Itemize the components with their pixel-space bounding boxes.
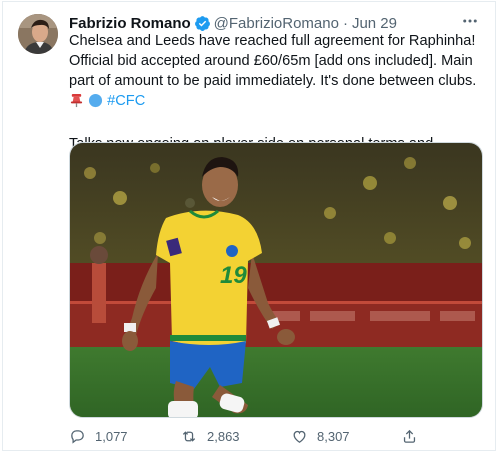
blue-circle-emoji-icon [88, 93, 103, 114]
like-button[interactable]: 8,307 [291, 426, 350, 446]
tweet-date[interactable]: Jun 29 [352, 15, 397, 32]
avatar[interactable] [18, 14, 58, 54]
hashtag-link[interactable]: #CFC [107, 93, 145, 109]
retweet-icon [182, 430, 196, 442]
jersey-number: 19 [220, 262, 247, 289]
tweet-photo[interactable]: 19 [69, 142, 483, 418]
separator-dot: · [342, 14, 348, 32]
tweet-header: Fabrizio Romano @FabrizioRomano · Jun 29 [69, 13, 481, 33]
share-button[interactable] [401, 426, 427, 446]
retweet-count: 2,863 [207, 428, 240, 444]
author-name[interactable]: Fabrizio Romano [69, 15, 191, 32]
reply-count: 1,077 [95, 428, 128, 444]
pin-emoji-icon [69, 93, 84, 114]
like-count: 8,307 [317, 428, 350, 444]
verified-badge-icon [194, 15, 211, 32]
share-icon [403, 429, 416, 443]
tweet-paragraph-1: Chelsea and Leeds have reached full agre… [69, 31, 487, 114]
like-icon [293, 430, 306, 443]
reply-button[interactable]: 1,077 [69, 426, 128, 446]
more-icon[interactable] [459, 11, 481, 31]
action-bar: 1,077 2,863 8,307 [69, 426, 429, 446]
reply-icon [71, 429, 84, 444]
retweet-button[interactable]: 2,863 [180, 426, 240, 446]
author-handle[interactable]: @FabrizioRomano [214, 15, 339, 32]
tweet-card[interactable]: Fabrizio Romano @FabrizioRomano · Jun 29… [2, 1, 496, 451]
tweet-text-main: Chelsea and Leeds have reached full agre… [69, 33, 477, 89]
